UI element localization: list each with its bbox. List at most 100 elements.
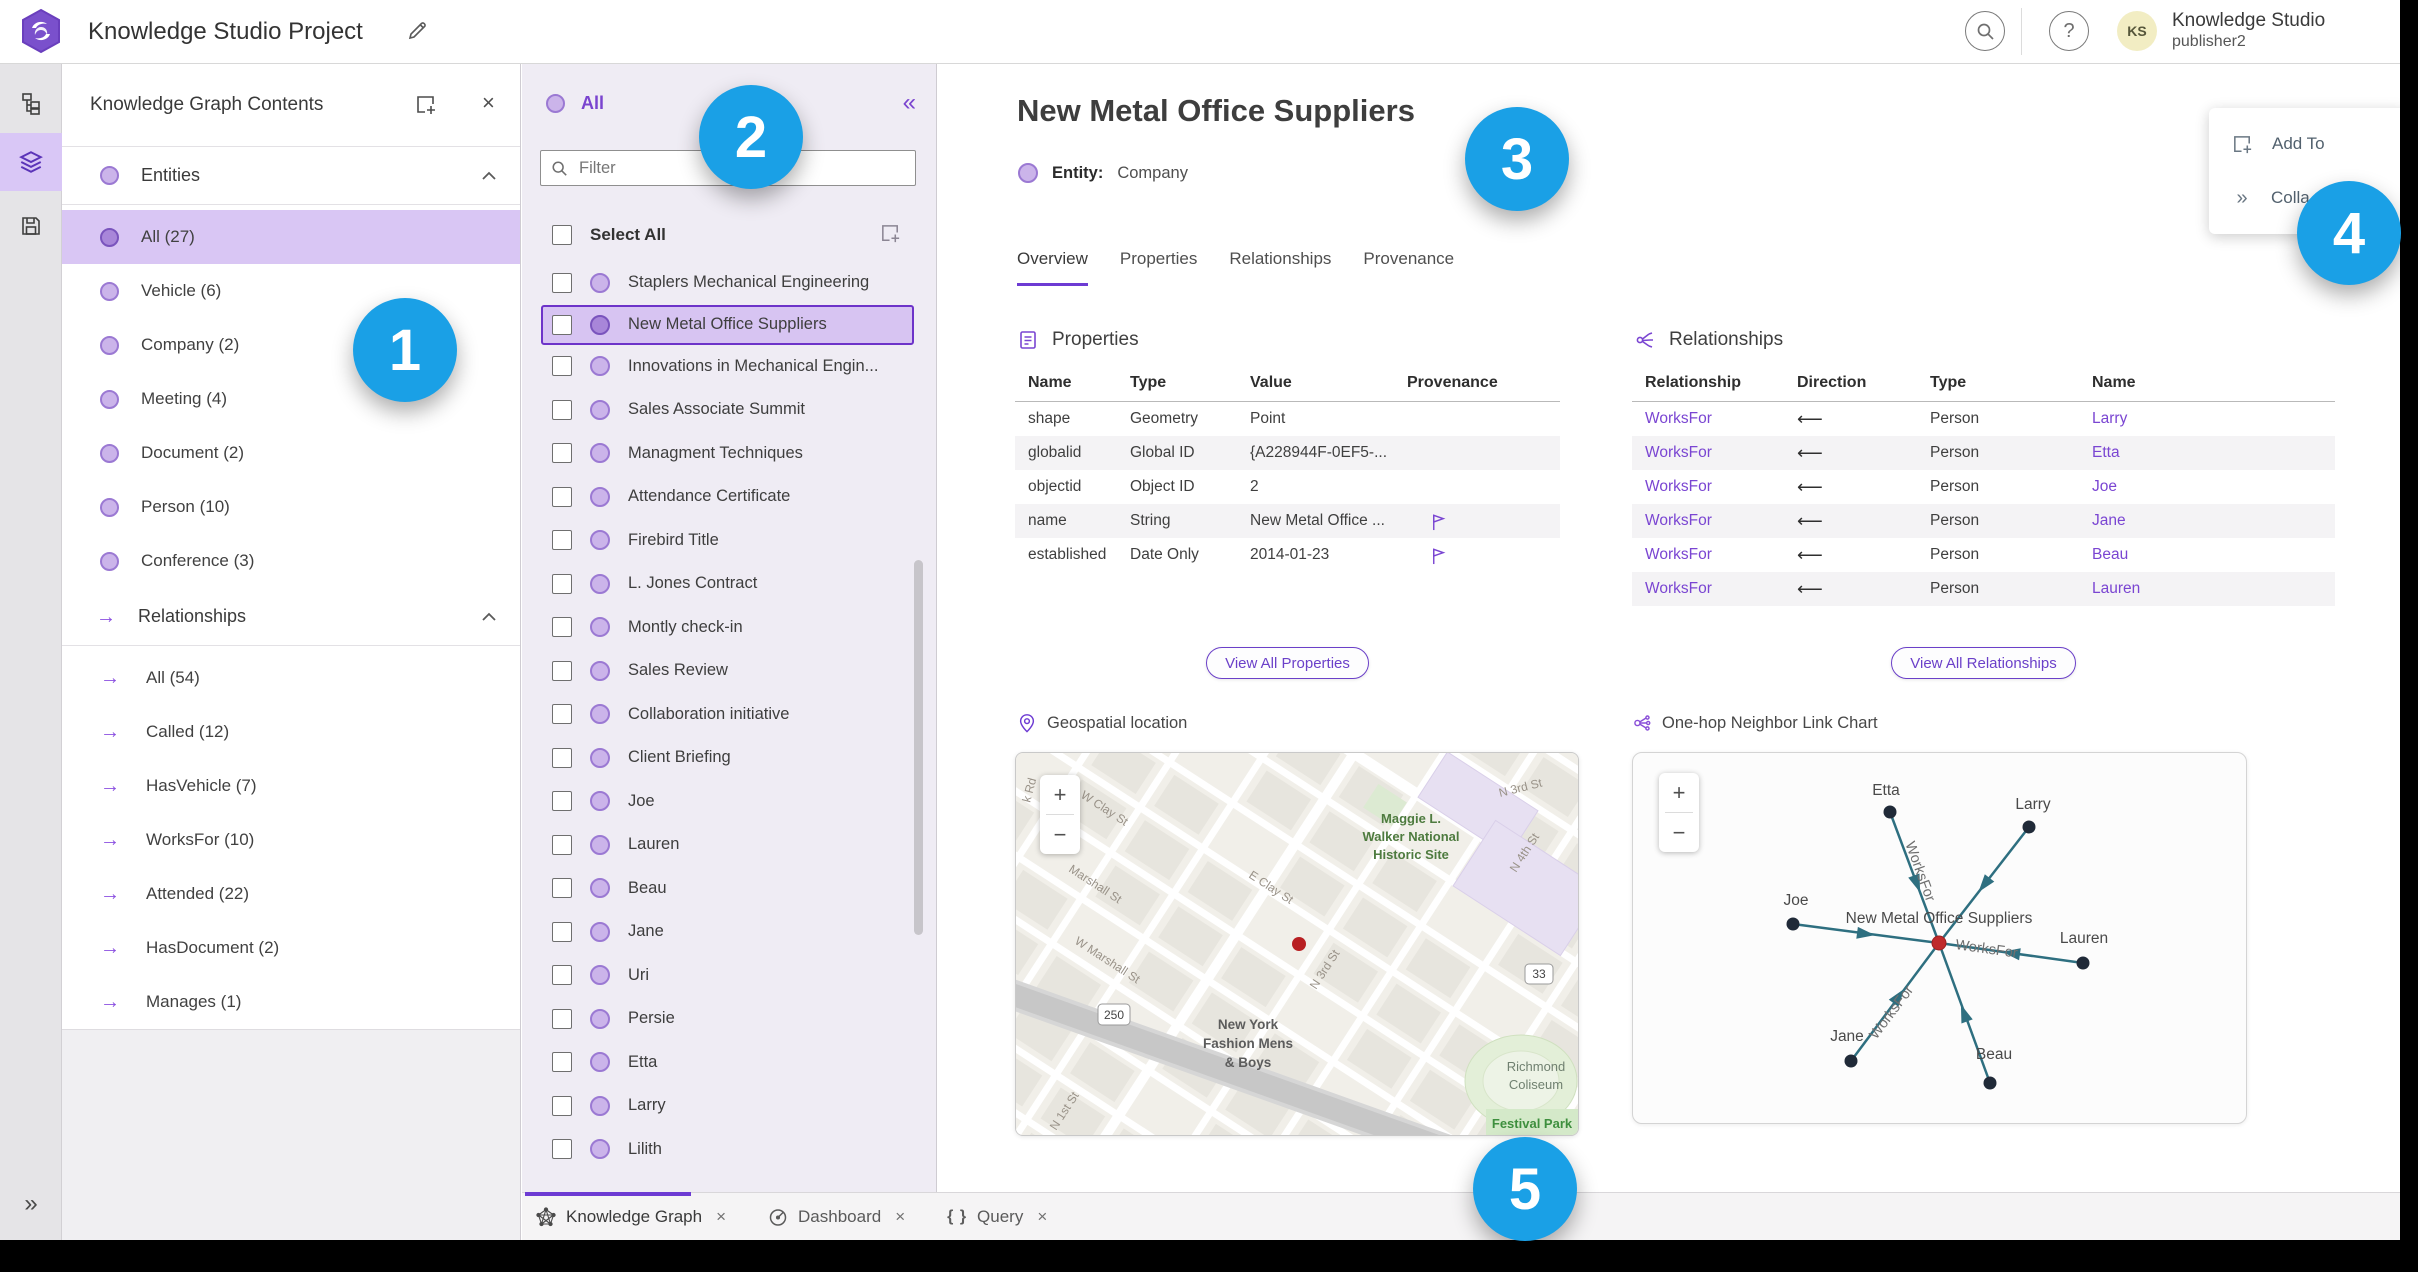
property-row[interactable]: established Date Only 2014-01-23 bbox=[1015, 538, 1560, 572]
graph-item-row[interactable]: Sales Associate Summit bbox=[522, 388, 936, 432]
scrollbar-thumb[interactable] bbox=[914, 560, 923, 935]
item-checkbox[interactable] bbox=[552, 921, 572, 942]
center-node[interactable] bbox=[1931, 935, 1947, 951]
scope-header[interactable]: All bbox=[546, 93, 604, 114]
detail-tab[interactable]: Properties bbox=[1120, 249, 1197, 286]
item-checkbox[interactable] bbox=[552, 530, 572, 551]
relationship-filter-item[interactable]: → Manages (1) bbox=[62, 975, 520, 1029]
graph-item-row[interactable]: Montly check-in bbox=[522, 606, 936, 650]
item-checkbox[interactable] bbox=[552, 356, 572, 377]
close-tab-icon[interactable]: × bbox=[895, 1207, 905, 1227]
select-all-row[interactable]: Select All bbox=[552, 215, 916, 255]
relationship-row[interactable]: WorksFor ⟵ Person Larry bbox=[1632, 402, 2335, 436]
user-avatar[interactable]: KS bbox=[2117, 11, 2157, 51]
graph-item-row[interactable]: Staplers Mechanical Engineering bbox=[522, 261, 936, 305]
graph-item-row[interactable]: Beau bbox=[522, 867, 936, 911]
relationship-filter-item[interactable]: → All (54) bbox=[62, 651, 520, 705]
graph-item-row[interactable]: Lilith bbox=[522, 1128, 936, 1172]
relationship-link[interactable]: WorksFor bbox=[1632, 410, 1797, 428]
zoom-in-button[interactable]: + bbox=[1040, 775, 1080, 814]
edit-title-icon[interactable] bbox=[405, 19, 429, 43]
geospatial-map[interactable]: W Clay St E Clay St Marshall St W Marsha… bbox=[1015, 752, 1579, 1136]
relationship-filter-item[interactable]: → Called (12) bbox=[62, 705, 520, 759]
graph-item-row[interactable]: Managment Techniques bbox=[522, 432, 936, 476]
property-row[interactable]: objectid Object ID 2 bbox=[1015, 470, 1560, 504]
close-tab-icon[interactable]: × bbox=[1037, 1207, 1047, 1227]
tab-dashboard[interactable]: Dashboard × bbox=[768, 1207, 905, 1227]
entity-filter-item[interactable]: Conference (3) bbox=[62, 534, 520, 588]
entity-filter-item[interactable]: All (27) bbox=[62, 210, 520, 264]
layers-rail-button[interactable] bbox=[0, 133, 62, 191]
relationship-row[interactable]: WorksFor ⟵ Person Jane bbox=[1632, 504, 2335, 538]
item-checkbox[interactable] bbox=[552, 1095, 572, 1116]
relationship-row[interactable]: WorksFor ⟵ Person Etta bbox=[1632, 436, 2335, 470]
tab-knowledge-graph[interactable]: Knowledge Graph × bbox=[536, 1207, 726, 1227]
select-all-checkbox[interactable] bbox=[552, 225, 572, 245]
graph-item-row[interactable]: Attendance Certificate bbox=[522, 475, 936, 519]
item-checkbox[interactable] bbox=[552, 878, 572, 899]
view-all-relationships-button[interactable]: View All Relationships bbox=[1891, 647, 2076, 679]
related-entity-link[interactable]: Beau bbox=[2092, 546, 2335, 564]
item-checkbox[interactable] bbox=[552, 791, 572, 812]
provenance-flag-icon[interactable] bbox=[1429, 512, 1448, 531]
provenance-flag-icon[interactable] bbox=[1429, 546, 1448, 565]
graph-item-row[interactable]: Collaboration initiative bbox=[522, 693, 936, 737]
relationship-link[interactable]: WorksFor bbox=[1632, 580, 1797, 598]
data-model-rail-button[interactable] bbox=[0, 75, 62, 133]
relationship-filter-item[interactable]: → HasDocument (2) bbox=[62, 921, 520, 975]
save-rail-button[interactable] bbox=[0, 197, 62, 255]
graph-item-row[interactable]: Client Briefing bbox=[522, 736, 936, 780]
add-to-icon[interactable] bbox=[879, 222, 902, 245]
zoom-out-button[interactable]: − bbox=[1040, 815, 1080, 854]
item-checkbox[interactable] bbox=[552, 617, 572, 638]
relationship-row[interactable]: WorksFor ⟵ Person Beau bbox=[1632, 538, 2335, 572]
item-checkbox[interactable] bbox=[552, 660, 572, 681]
close-panel-icon[interactable]: × bbox=[482, 90, 495, 116]
graph-item-row[interactable]: Persie bbox=[522, 997, 936, 1041]
relationships-section-header[interactable]: → Relationships bbox=[62, 588, 520, 646]
property-row[interactable]: name String New Metal Office ... bbox=[1015, 504, 1560, 538]
item-checkbox[interactable] bbox=[552, 443, 572, 464]
entities-section-header[interactable]: Entities bbox=[62, 147, 520, 205]
graph-item-row[interactable]: Innovations in Mechanical Engin... bbox=[522, 345, 936, 389]
related-entity-link[interactable]: Etta bbox=[2092, 444, 2335, 462]
add-to-menu-item[interactable]: Add To bbox=[2209, 122, 2409, 166]
property-row[interactable]: globalid Global ID {A228944F-0EF5-... bbox=[1015, 436, 1560, 470]
zoom-out-button[interactable]: − bbox=[1659, 813, 1699, 852]
graph-item-row[interactable]: Lauren bbox=[522, 823, 936, 867]
item-checkbox[interactable] bbox=[552, 747, 572, 768]
related-entity-link[interactable]: Joe bbox=[2092, 478, 2335, 496]
relationship-filter-item[interactable]: → HasVehicle (7) bbox=[62, 759, 520, 813]
graph-item-row[interactable]: Larry bbox=[522, 1084, 936, 1128]
relationship-filter-item[interactable]: → Attended (22) bbox=[62, 867, 520, 921]
item-checkbox[interactable] bbox=[552, 1008, 572, 1029]
view-all-properties-button[interactable]: View All Properties bbox=[1206, 647, 1369, 679]
tab-query[interactable]: { } Query × bbox=[947, 1207, 1047, 1227]
graph-item-row[interactable]: L. Jones Contract bbox=[522, 562, 936, 606]
entity-filter-item[interactable]: Document (2) bbox=[62, 426, 520, 480]
item-checkbox[interactable] bbox=[552, 399, 572, 420]
item-checkbox[interactable] bbox=[552, 834, 572, 855]
zoom-in-button[interactable]: + bbox=[1659, 773, 1699, 812]
detail-tab[interactable]: Provenance bbox=[1363, 249, 1454, 286]
related-entity-link[interactable]: Larry bbox=[2092, 410, 2335, 428]
relationship-link[interactable]: WorksFor bbox=[1632, 546, 1797, 564]
related-entity-link[interactable]: Lauren bbox=[2092, 580, 2335, 598]
link-chart[interactable]: WorksFor WorksFor WorksFor Etta Larry Jo… bbox=[1632, 752, 2247, 1124]
item-checkbox[interactable] bbox=[552, 573, 572, 594]
graph-item-row[interactable]: Sales Review bbox=[522, 649, 936, 693]
entity-filter-item[interactable]: Vehicle (6) bbox=[62, 264, 520, 318]
detail-tab[interactable]: Overview bbox=[1017, 249, 1088, 286]
graph-item-row[interactable]: Etta bbox=[522, 1041, 936, 1085]
graph-item-row[interactable]: Uri bbox=[522, 954, 936, 998]
close-tab-icon[interactable]: × bbox=[716, 1207, 726, 1227]
relationship-row[interactable]: WorksFor ⟵ Person Joe bbox=[1632, 470, 2335, 504]
graph-item-row[interactable]: New Metal Office Suppliers bbox=[541, 304, 914, 345]
item-checkbox[interactable] bbox=[552, 314, 572, 335]
search-button[interactable] bbox=[1965, 11, 2005, 51]
item-checkbox[interactable] bbox=[552, 486, 572, 507]
item-checkbox[interactable] bbox=[552, 1052, 572, 1073]
graph-item-row[interactable]: Jane bbox=[522, 910, 936, 954]
entity-filter-item[interactable]: Person (10) bbox=[62, 480, 520, 534]
help-button[interactable]: ? bbox=[2049, 11, 2089, 51]
